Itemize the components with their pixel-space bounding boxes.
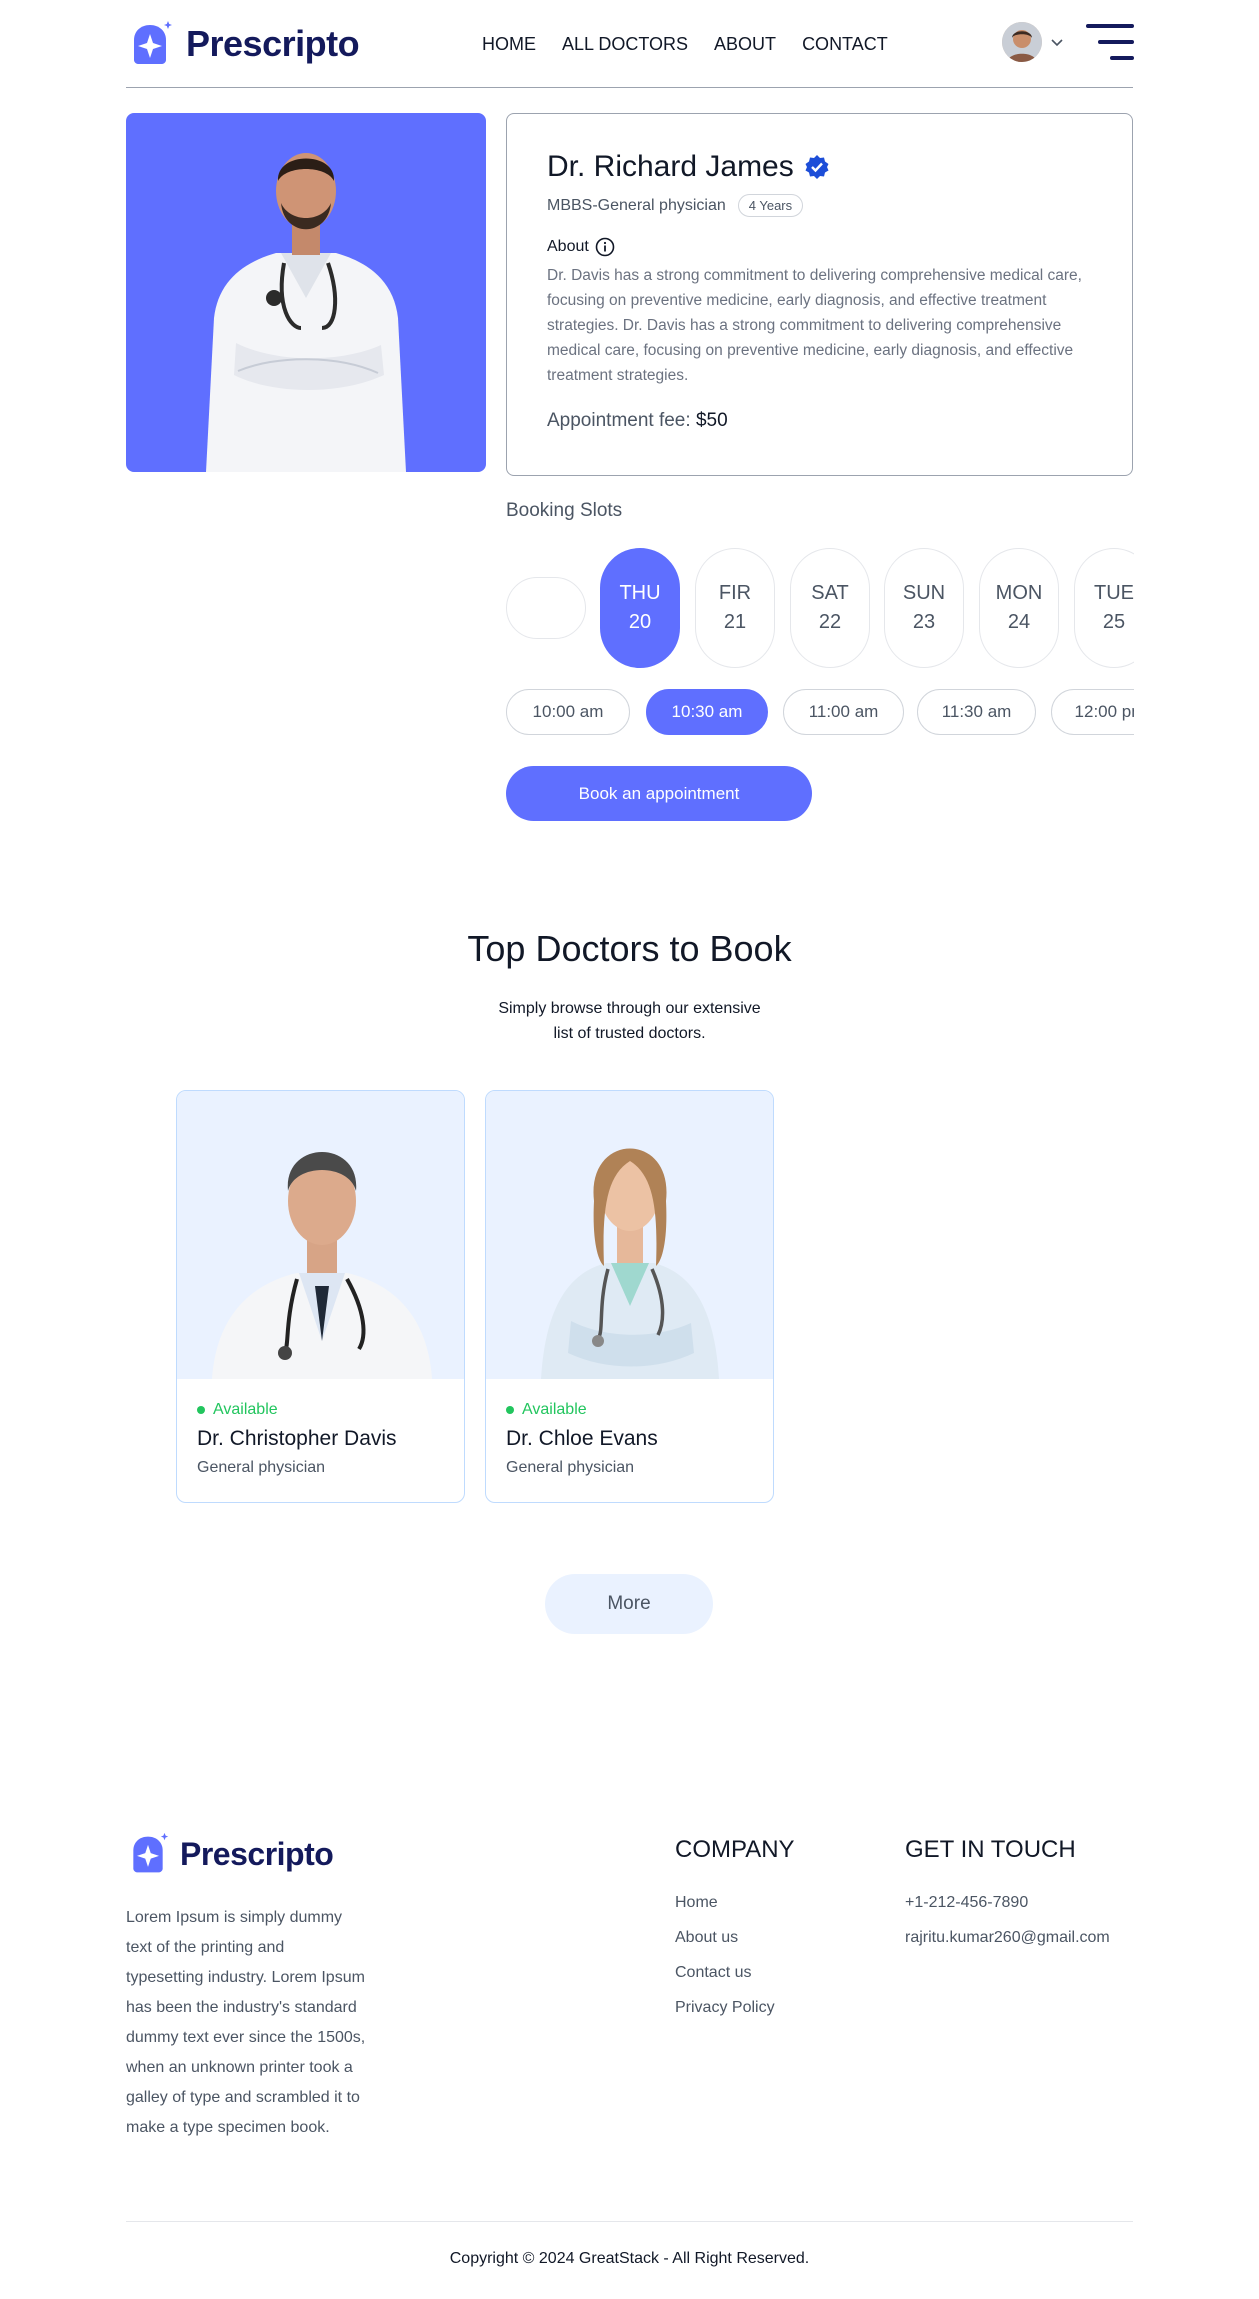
- nav-all-doctors[interactable]: ALL DOCTORS: [562, 34, 688, 55]
- book-appointment-button[interactable]: Book an appointment: [506, 766, 812, 821]
- menu-icon[interactable]: [1086, 22, 1134, 62]
- doctor-name-row: Dr. Richard James: [547, 150, 1092, 184]
- doctor-photo: [126, 113, 486, 472]
- copyright: Copyright © 2024 GreatStack - All Right …: [449, 2250, 810, 2267]
- avatar: [1002, 22, 1042, 62]
- nav-home[interactable]: HOME: [482, 34, 536, 55]
- footer-description: Lorem Ipsum is simply dummy text of the …: [126, 1909, 366, 2136]
- doctor-card[interactable]: Available Dr. Christopher Davis General …: [176, 1090, 465, 1503]
- footer-company-title: COMPANY: [675, 1836, 795, 1863]
- doctor-degree: MBBS-General physician: [547, 196, 726, 214]
- time-slot[interactable]: 12:00 pm: [1051, 689, 1134, 735]
- footer-divider: [126, 2221, 1133, 2222]
- doctor-card[interactable]: Available Dr. Chloe Evans General physic…: [485, 1090, 774, 1503]
- day-name: THU: [619, 582, 661, 604]
- doctor-card-photo: [486, 1091, 773, 1379]
- day-date: 25: [1102, 611, 1126, 633]
- day-date: 21: [723, 611, 747, 633]
- fee-value: $50: [695, 410, 728, 431]
- footer-logo[interactable]: Prescripto: [126, 1832, 334, 1876]
- day-name: SAT: [811, 582, 849, 604]
- chevron-down-icon: [1051, 39, 1063, 47]
- doctor-card-photo: [177, 1091, 464, 1379]
- day-slot[interactable]: FIR 21: [695, 548, 775, 668]
- doctor-info-card: Dr. Richard James MBBS-General physician…: [506, 113, 1133, 476]
- main-nav: HOME ALL DOCTORS ABOUT CONTACT: [482, 34, 888, 55]
- day-name: MON: [995, 582, 1043, 604]
- booking-slots-title: Booking Slots: [506, 500, 623, 521]
- profile-menu[interactable]: [1002, 22, 1064, 62]
- footer-link-about[interactable]: About us: [675, 1927, 775, 1962]
- time-slot[interactable]: 11:30 am: [917, 689, 1036, 735]
- fee-label: Appointment fee:: [547, 410, 691, 431]
- day-slots: THU 20 FIR 21 SAT 22 SUN 23 MON 24 TUE 2…: [506, 548, 1134, 670]
- day-slot[interactable]: [506, 577, 586, 639]
- footer-phone: +1-212-456-7890: [905, 1894, 1029, 1911]
- nav-contact[interactable]: CONTACT: [802, 34, 888, 55]
- subtitle-line-1: Simply browse through our extensive: [498, 1000, 761, 1017]
- availability-text: Available: [522, 1401, 587, 1418]
- day-slot-selected[interactable]: THU 20: [600, 548, 680, 668]
- footer-link-home[interactable]: Home: [675, 1892, 775, 1927]
- logo-icon: [134, 21, 172, 64]
- doctor-card-body: Available Dr. Chloe Evans General physic…: [486, 1379, 773, 1499]
- footer-contact-list: +1-212-456-7890 rajritu.kumar260@gmail.c…: [905, 1892, 1110, 1962]
- footer-contact-title: GET IN TOUCH: [905, 1836, 1076, 1863]
- about-label: About: [547, 238, 589, 255]
- available-dot-icon: [506, 1406, 514, 1414]
- footer-brand-name: Prescripto: [180, 1835, 334, 1872]
- day-name: TUE: [1094, 582, 1134, 604]
- time-slot[interactable]: 11:00 am: [783, 689, 904, 735]
- time-slot-selected[interactable]: 10:30 am: [646, 689, 768, 735]
- footer-email[interactable]: rajritu.kumar260@gmail.com: [905, 1927, 1110, 1962]
- doctor-card-name: Dr. Christopher Davis: [197, 1427, 397, 1450]
- top-doctors-title: Top Doctors to Book: [467, 928, 792, 969]
- day-name: FIR: [718, 582, 752, 604]
- time-slot[interactable]: 10:00 am: [506, 689, 630, 735]
- brand-name: Prescripto: [186, 23, 360, 64]
- day-name: SUN: [902, 582, 946, 604]
- top-doctors-subtitle: Simply browse through our extensive list…: [0, 996, 1259, 1046]
- subtitle-line-2: list of trusted doctors.: [553, 1025, 706, 1042]
- verified-icon: [805, 155, 829, 179]
- footer-link-privacy[interactable]: Privacy Policy: [675, 1997, 775, 2032]
- time-slots: 10:00 am 10:30 am 11:00 am 11:30 am 12:0…: [506, 689, 1134, 737]
- doctor-card-body: Available Dr. Christopher Davis General …: [177, 1379, 464, 1499]
- availability: Available: [506, 1401, 753, 1419]
- doctor-meta: MBBS-General physician 4 Years: [547, 194, 1092, 217]
- experience-badge: 4 Years: [737, 194, 804, 217]
- day-slot[interactable]: SUN 23: [884, 548, 964, 668]
- about-text: Dr. Davis has a strong commitment to del…: [547, 267, 1082, 384]
- about-heading: About: [547, 237, 1092, 257]
- doctor-name: Dr. Richard James: [547, 150, 794, 183]
- logo[interactable]: Prescripto: [126, 20, 360, 68]
- footer-company-links: Home About us Contact us Privacy Policy: [675, 1892, 775, 2032]
- availability-text: Available: [213, 1401, 278, 1418]
- day-slot[interactable]: TUE 25: [1074, 548, 1134, 668]
- appointment-fee: Appointment fee: $50: [547, 410, 1092, 432]
- day-date: 22: [818, 611, 842, 633]
- info-icon: [595, 237, 615, 257]
- doctor-card-name: Dr. Chloe Evans: [506, 1427, 658, 1450]
- header: Prescripto HOME ALL DOCTORS ABOUT CONTAC…: [126, 0, 1134, 88]
- day-date: 20: [628, 611, 652, 633]
- day-date: 23: [912, 611, 936, 633]
- day-slot[interactable]: SAT 22: [790, 548, 870, 668]
- doctor-card-speciality: General physician: [197, 1459, 326, 1476]
- available-dot-icon: [197, 1406, 205, 1414]
- day-date: 24: [1007, 611, 1031, 633]
- doctor-card-speciality: General physician: [506, 1459, 635, 1476]
- availability: Available: [197, 1401, 444, 1419]
- logo-icon: [133, 1832, 169, 1873]
- day-slot[interactable]: MON 24: [979, 548, 1059, 668]
- nav-about[interactable]: ABOUT: [714, 34, 776, 55]
- footer-link-contact[interactable]: Contact us: [675, 1962, 775, 1997]
- more-button[interactable]: More: [545, 1574, 713, 1634]
